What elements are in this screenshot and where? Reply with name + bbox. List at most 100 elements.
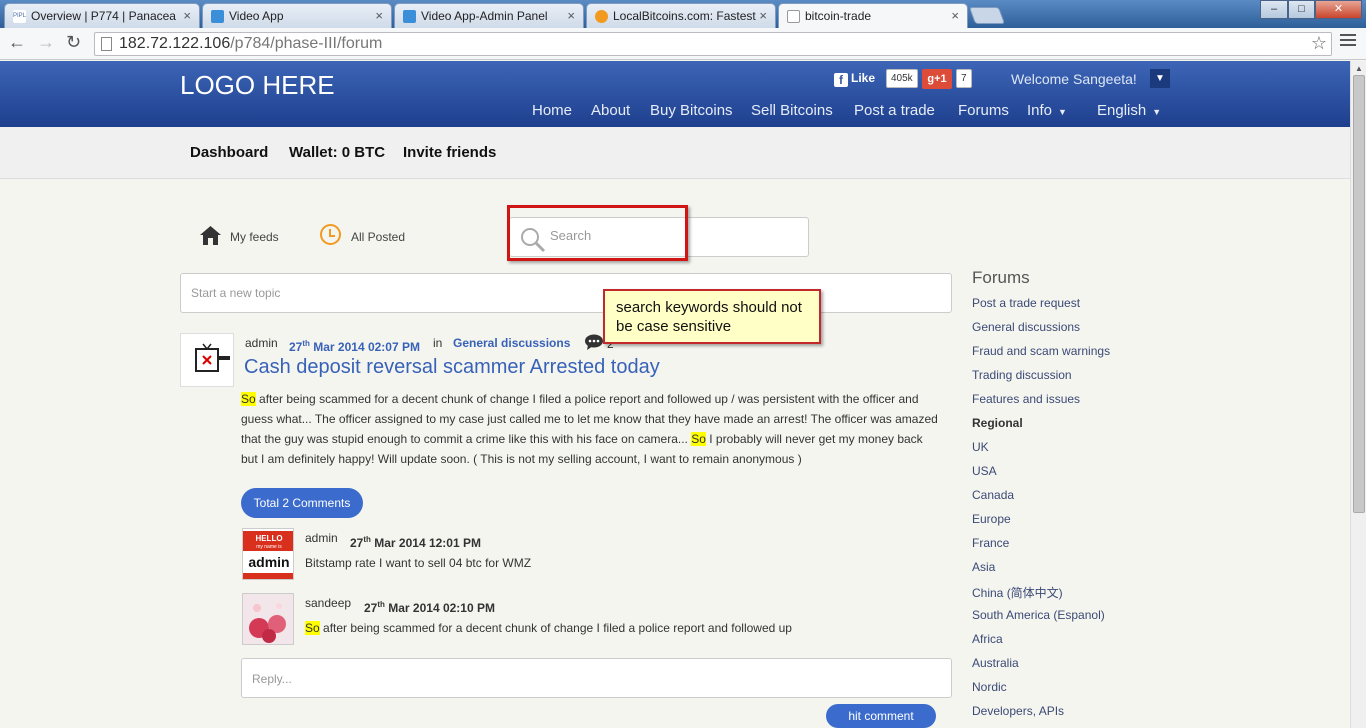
nav-buy-bitcoins[interactable]: Buy Bitcoins (650, 102, 733, 119)
dashboard-link[interactable]: Dashboard (190, 144, 268, 161)
tab-label: Video App-Admin Panel (421, 9, 548, 23)
avatar (242, 593, 294, 645)
facebook-icon: f (834, 73, 848, 87)
facebook-like-button[interactable]: f Like (834, 71, 875, 87)
hit-comment-button[interactable]: hit comment (826, 704, 936, 728)
highlighted-keyword: So (691, 432, 706, 446)
my-feeds-tab[interactable]: My feeds (230, 230, 279, 244)
nav-info[interactable]: Info ▼ (1027, 102, 1067, 119)
sidebar-forum-link[interactable]: Canada (972, 488, 1110, 512)
nav-forums[interactable]: Forums (958, 102, 1009, 119)
browser-menu-icon[interactable] (1340, 34, 1356, 50)
browser-tab-overview[interactable]: PIPL Overview | P774 | Panacea × (4, 3, 200, 28)
sidebar-forum-link[interactable]: China (简体中文) (972, 584, 1110, 608)
comment-author[interactable]: admin (305, 531, 338, 545)
comment-date: 27th Mar 2014 12:01 PM (350, 535, 481, 550)
scroll-up-arrow-icon[interactable]: ▲ (1355, 64, 1363, 73)
comment-date: 27th Mar 2014 02:10 PM (364, 600, 495, 615)
sidebar-forum-link[interactable]: UK (972, 440, 1110, 464)
sidebar-forum-link[interactable]: Fraud and scam warnings (972, 344, 1110, 368)
comment-author[interactable]: sandeep (305, 596, 351, 610)
sidebar-forum-link[interactable]: Europe (972, 512, 1110, 536)
nav-sell-bitcoins[interactable]: Sell Bitcoins (751, 102, 833, 119)
browser-tab-localbitcoins[interactable]: LocalBitcoins.com: Fastest × (586, 3, 776, 28)
video-app-icon (403, 10, 416, 23)
gplus-button[interactable]: g+1 (922, 69, 952, 89)
sidebar-forum-link[interactable]: Africa (972, 632, 1110, 656)
close-icon[interactable]: × (951, 8, 959, 23)
all-posted-tab[interactable]: All Posted (351, 230, 405, 244)
clock-icon[interactable] (320, 224, 341, 245)
comment-icon[interactable] (584, 334, 604, 350)
badge-subtitle-text: my name is (256, 544, 282, 550)
minimize-button[interactable]: – (1260, 0, 1288, 19)
new-topic-box[interactable] (180, 273, 952, 313)
post-title[interactable]: Cash deposit reversal scammer Arrested t… (244, 356, 660, 379)
bookmark-star-icon[interactable]: ☆ (1311, 33, 1327, 54)
reply-input[interactable] (252, 672, 932, 686)
fb-like-count: 405k (886, 69, 918, 88)
forward-icon[interactable]: → (37, 32, 55, 53)
scrollbar-thumb[interactable] (1353, 75, 1365, 513)
sidebar-forum-link[interactable]: USA (972, 464, 1110, 488)
sidebar-forum-link[interactable]: Features and issues (972, 392, 1110, 416)
localbitcoins-icon (595, 10, 608, 23)
sidebar-forum-link[interactable]: South America (Espanol) (972, 608, 1110, 632)
nav-home[interactable]: Home (532, 102, 572, 119)
sidebar-forum-link[interactable]: Trading discussion (972, 368, 1110, 392)
forums-sidebar-list: Post a trade request General discussions F… (972, 296, 1110, 728)
post-body: So after being scammed for a decent chun… (241, 389, 941, 469)
sidebar-forum-link[interactable]: General discussions (972, 320, 1110, 344)
total-comments-button[interactable]: Total 2 Comments (241, 488, 363, 518)
post-category-link[interactable]: General discussions (453, 336, 570, 350)
nav-language[interactable]: English ▼ (1097, 102, 1161, 119)
nav-language-label: English (1097, 102, 1147, 119)
video-app-icon (211, 10, 224, 23)
sidebar-forum-link[interactable]: Asia (972, 560, 1110, 584)
browser-tab-video-admin[interactable]: Video App-Admin Panel × (394, 3, 584, 28)
home-icon[interactable] (200, 226, 221, 245)
page-icon (787, 10, 800, 23)
new-tab-button[interactable] (968, 7, 1006, 24)
chevron-down-icon: ▼ (1152, 107, 1162, 117)
back-icon[interactable]: ← (8, 32, 26, 53)
post-author[interactable]: admin (245, 336, 278, 350)
window-close-button[interactable]: ✕ (1315, 0, 1362, 19)
page-scrollbar[interactable]: ▲ (1350, 61, 1366, 728)
sidebar-forum-link[interactable]: Post a trade request (972, 296, 1110, 320)
reload-icon[interactable]: ↻ (66, 32, 81, 53)
invite-friends-link[interactable]: Invite friends (403, 144, 496, 161)
chevron-down-icon[interactable]: ▼ (1150, 69, 1170, 88)
post-date: 27th Mar 2014 02:07 PM (289, 339, 420, 354)
tab-label: LocalBitcoins.com: Fastest (613, 9, 756, 23)
sidebar-forum-link[interactable]: France (972, 536, 1110, 560)
nav-about[interactable]: About (591, 102, 630, 119)
gplus-count: 7 (956, 69, 972, 88)
site-logo[interactable]: LOGO HERE (180, 70, 335, 101)
wallet-link[interactable]: Wallet: 0 BTC (289, 144, 385, 161)
highlighted-keyword: So (241, 392, 256, 406)
sidebar-forum-link[interactable]: Nordic (972, 680, 1110, 704)
welcome-text: Welcome Sangeeta! (1011, 71, 1137, 87)
broken-image-icon (195, 343, 230, 372)
sidebar-forum-link[interactable]: Australia (972, 656, 1110, 680)
post-avatar (180, 333, 234, 387)
nav-post-a-trade[interactable]: Post a trade (854, 102, 935, 119)
browser-tab-bitcoin-trade[interactable]: bitcoin-trade × (778, 3, 968, 29)
address-bar[interactable]: 182.72.122.106/p784/phase-III/forum ☆ (94, 32, 1332, 56)
close-icon[interactable]: × (567, 8, 575, 23)
maximize-button[interactable]: □ (1288, 0, 1315, 19)
comment-date-day: 27 (364, 601, 378, 615)
sidebar-forum-link[interactable]: Developers, APIs (972, 704, 1110, 728)
chevron-down-icon: ▼ (1058, 107, 1067, 117)
reply-box[interactable] (241, 658, 952, 698)
highlighted-keyword: So (305, 621, 320, 635)
close-icon[interactable]: × (759, 8, 767, 23)
comment-text: So after being scammed for a decent chun… (305, 621, 792, 635)
close-icon[interactable]: × (183, 8, 191, 23)
browser-tab-video-app[interactable]: Video App × (202, 3, 392, 28)
url-path: /p784/phase-III/forum (230, 35, 383, 52)
close-icon[interactable]: × (375, 8, 383, 23)
comment-body-text: after being scammed for a decent chunk o… (319, 621, 792, 635)
tab-label: Overview | P774 | Panacea (31, 9, 176, 23)
